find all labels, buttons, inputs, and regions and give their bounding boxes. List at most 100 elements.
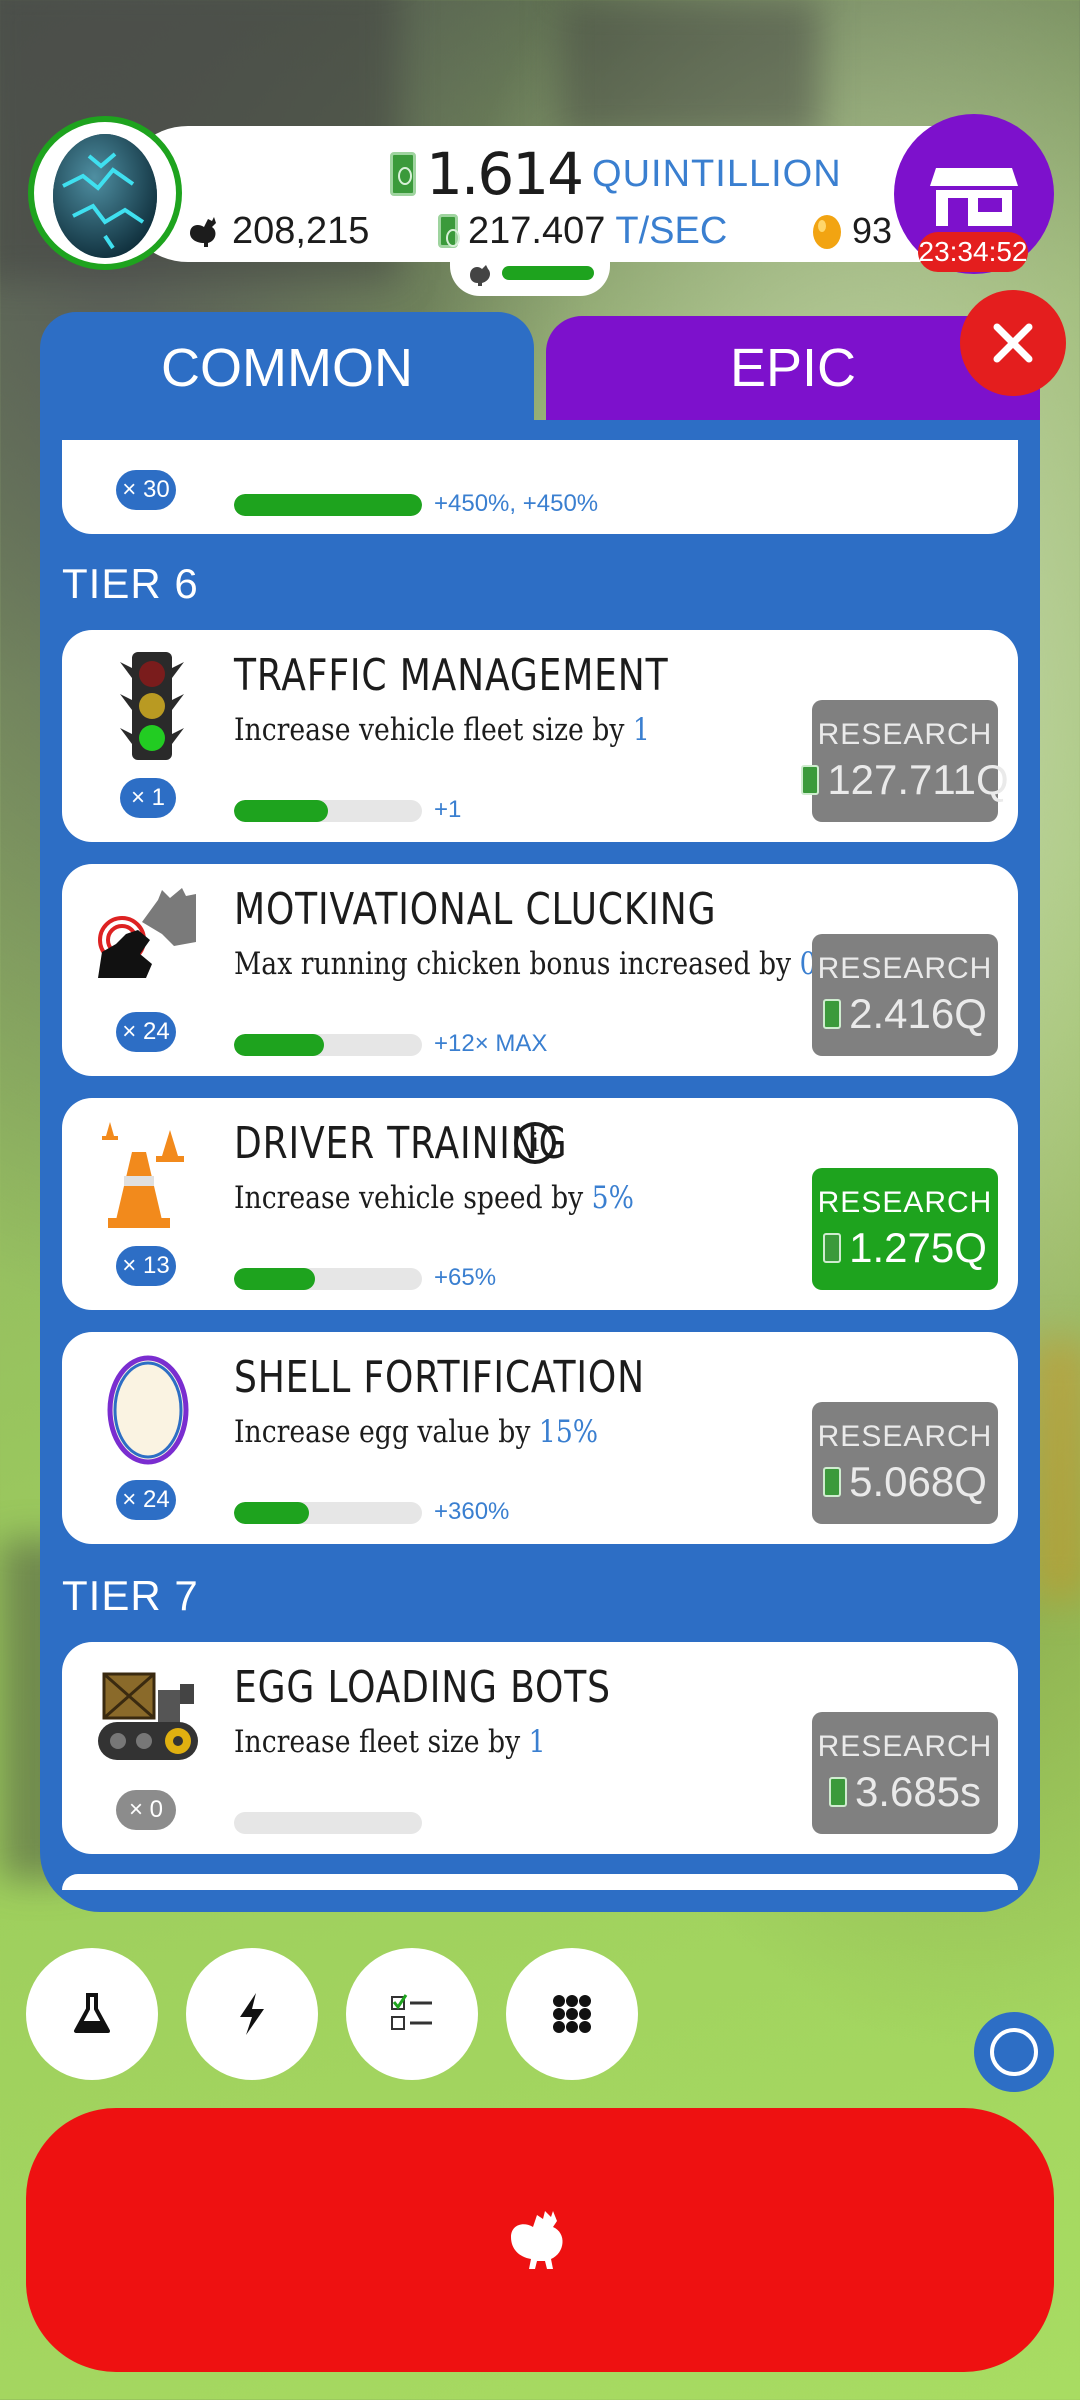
rate-value: 217.407	[468, 209, 606, 252]
level-bar-fill	[234, 1502, 310, 1524]
research-cost: 2.416Q	[849, 990, 987, 1037]
menu-button[interactable]	[506, 1948, 638, 2080]
level-bar	[234, 1268, 422, 1290]
research-button[interactable]: RESEARCH 5.068Q	[812, 1402, 998, 1524]
research-card: × 24 SHELL FORTIFICATION Increase egg va…	[62, 1332, 1018, 1544]
golden-eggs-value: 93	[852, 210, 893, 251]
research-cost: 127.711Q	[827, 756, 1009, 803]
research-card: × 24 MOTIVATIONAL CLUCKING Max running c…	[62, 864, 1018, 1076]
flask-icon	[74, 1993, 110, 2033]
research-cost: 1.275Q	[849, 1224, 987, 1271]
research-button-label: RESEARCH	[817, 1420, 993, 1453]
golden-egg-icon	[813, 215, 841, 249]
shop-icon	[930, 168, 1018, 226]
tab-common[interactable]: COMMON	[40, 312, 534, 424]
multiplier-badge: × 30	[116, 470, 176, 510]
income-rate: 217.407 T/SEC	[438, 206, 727, 256]
research-card: × 13 DRIVER TRAINING i Increase vehicle …	[62, 1098, 1018, 1310]
bonus-text: +450%, +450%	[434, 490, 599, 517]
research-card-partial: × 30 +450%, +450%	[62, 440, 1018, 534]
motivational-chicken-icon	[98, 888, 196, 978]
rate-unit: T/SEC	[615, 209, 728, 252]
fortified-egg-icon	[107, 1355, 189, 1465]
grid-icon	[553, 1995, 591, 2033]
multiplier-badge: × 13	[116, 1246, 176, 1286]
hatch-progress-bar	[502, 266, 594, 280]
research-button[interactable]: RESEARCH 1.275Q	[812, 1168, 998, 1290]
research-description: Increase egg value by 15%	[234, 1414, 599, 1450]
cash-icon	[828, 1777, 847, 1807]
research-cost: 3.685s	[854, 1768, 982, 1815]
level-bar	[234, 800, 422, 822]
research-card: × 1 TRAFFIC MANAGEMENT Increase vehicle …	[62, 630, 1018, 842]
research-title: MOTIVATIONAL CLUCKING	[234, 884, 717, 935]
multiplier-badge: × 0	[116, 1790, 176, 1830]
tier-label: TIER 7	[62, 1572, 199, 1619]
research-description: Increase vehicle speed by 5%	[234, 1180, 634, 1216]
chick-icon	[470, 265, 490, 286]
level-bar	[234, 1812, 422, 1834]
money-display: 1.614 QUINTILLION	[390, 138, 842, 210]
research-description: Max running chicken bonus increased by 0…	[234, 946, 864, 982]
traffic-light-icon	[120, 652, 184, 760]
cash-icon	[390, 152, 416, 196]
research-button[interactable]: RESEARCH 2.416Q	[812, 934, 998, 1056]
level-bar-fill	[234, 1268, 315, 1290]
chicken-count: 208,215	[186, 206, 369, 256]
research-lab-button[interactable]	[26, 1948, 158, 2080]
research-button-label: RESEARCH	[817, 718, 993, 751]
missions-button[interactable]	[346, 1948, 478, 2080]
checklist-icon	[391, 1994, 432, 2030]
background-building	[560, 0, 820, 140]
traffic-cone-icon	[102, 1122, 184, 1228]
bonus-text: +65%	[434, 1264, 497, 1291]
info-icon[interactable]: i	[514, 1122, 556, 1164]
research-button-label: RESEARCH	[817, 1186, 993, 1219]
research-description: Increase vehicle fleet size by 1	[234, 712, 650, 748]
multiplier-badge: × 24	[116, 1012, 176, 1052]
money-value: 1.614	[426, 140, 584, 208]
research-button[interactable]: RESEARCH 3.685s	[812, 1712, 998, 1834]
close-button[interactable]	[960, 290, 1066, 396]
level-bar	[234, 494, 422, 516]
research-title: SHELL FORTIFICATION	[234, 1352, 645, 1403]
cash-icon	[823, 999, 842, 1029]
level-bar	[234, 1502, 422, 1524]
cash-icon	[801, 765, 820, 795]
bonus-text: +360%	[434, 1498, 510, 1525]
research-card-partial	[62, 1874, 1018, 1890]
research-description: Increase fleet size by 1	[234, 1724, 546, 1760]
research-card: × 0 EGG LOADING BOTS Increase fleet size…	[62, 1642, 1018, 1854]
chicken-silhouette-icon	[190, 217, 216, 247]
bonus-text: +12× MAX	[434, 1030, 548, 1057]
chicken-count-value: 208,215	[232, 209, 370, 252]
loading-bot-icon	[98, 1672, 198, 1760]
money-unit: QUINTILLION	[592, 152, 842, 195]
close-icon	[993, 323, 1033, 363]
bonus-text: +1	[434, 796, 462, 823]
level-bar-fill	[234, 800, 328, 822]
cash-icon	[823, 1467, 842, 1497]
cash-icon	[823, 1233, 842, 1263]
level-bar	[234, 1034, 422, 1056]
level-bar-fill	[234, 1034, 325, 1056]
multiplier-badge: × 1	[120, 778, 176, 818]
research-button[interactable]: RESEARCH 127.711Q	[801, 700, 1009, 822]
lightning-icon	[240, 1993, 264, 2035]
shop-timer: 23:34:52	[918, 232, 1028, 272]
research-cost: 5.068Q	[849, 1458, 987, 1505]
research-button-label: RESEARCH	[817, 1730, 993, 1763]
tier-label: TIER 6	[62, 560, 199, 607]
cash-icon	[438, 214, 460, 248]
research-title: EGG LOADING BOTS	[234, 1662, 611, 1713]
boosts-button[interactable]	[186, 1948, 318, 2080]
level-bar-fill	[234, 494, 422, 516]
research-title: TRAFFIC MANAGEMENT	[234, 650, 669, 701]
camera-toggle-button[interactable]	[974, 2012, 1054, 2092]
egg-icon	[53, 134, 157, 258]
hatch-chicken-button[interactable]	[26, 2108, 1054, 2372]
multiplier-badge: × 24	[116, 1480, 176, 1520]
hatch-progress	[450, 250, 610, 296]
research-button-label: RESEARCH	[817, 952, 993, 985]
egg-avatar[interactable]	[28, 116, 182, 270]
